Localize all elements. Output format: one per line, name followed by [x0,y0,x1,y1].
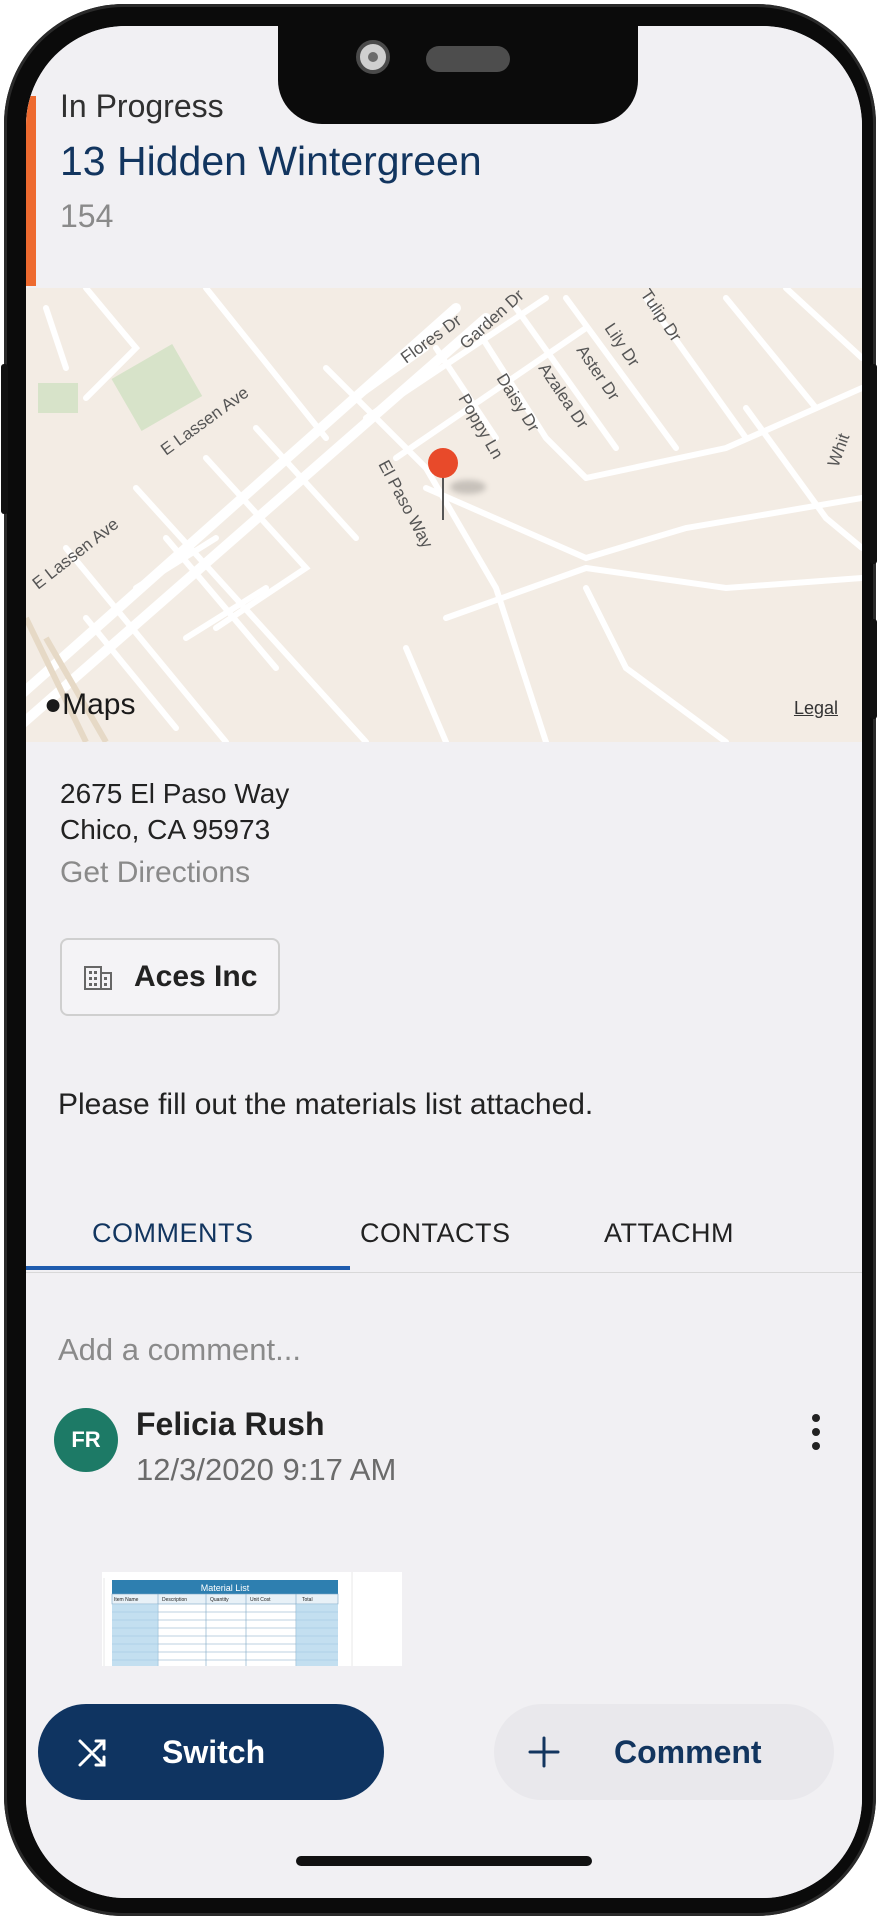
building-icon [84,966,112,990]
pin-shadow [450,480,486,494]
status-accent-bar [26,96,36,286]
map-pin-stick [442,476,444,520]
job-status: In Progress [60,88,224,124]
map-view[interactable]: E Lassen Ave E Lassen Ave Flores Dr Gard… [26,288,862,742]
job-title: 13 Hidden Wintergreen [60,138,482,184]
camera [356,40,390,74]
customer-chip[interactable]: Aces Inc [60,938,280,1016]
tab-attachments[interactable]: ATTACHM [604,1218,734,1249]
attachment-column: Total [302,1597,313,1603]
attachment-column: Quantity [210,1597,229,1603]
map-streets: E Lassen Ave E Lassen Ave Flores Dr Gard… [26,288,862,742]
tab-contacts[interactable]: CONTACTS [360,1218,511,1249]
attachment-thumbnail[interactable]: Material List Item Name Description Quan… [102,1572,402,1666]
side-button [870,619,877,719]
speaker [426,46,510,72]
switch-label: Switch [162,1733,266,1770]
legal-link[interactable]: Legal [794,698,838,719]
more-options-icon[interactable] [806,1410,826,1454]
shuffle-icon [78,1739,106,1767]
attachment-column: Description [162,1597,187,1603]
address-line-2: Chico, CA 95973 [60,814,271,845]
plus-icon [528,1736,560,1768]
tab-comments[interactable]: COMMENTS [92,1218,254,1249]
get-directions-link[interactable]: Get Directions [60,856,250,890]
address-line-1: 2675 El Paso Way [60,778,290,809]
notch [278,26,638,124]
job-number: 154 [60,198,114,234]
map-pin-icon[interactable] [428,448,458,478]
comment-timestamp: 12/3/2020 9:17 AM [136,1452,397,1487]
apple-logo-icon: ● [44,688,63,721]
comment-author: Felicia Rush [136,1406,325,1442]
switch-button[interactable]: Switch [38,1704,384,1800]
add-comment-input[interactable]: Add a comment... [58,1332,301,1368]
attachment-column: Item Name [114,1597,139,1603]
home-indicator[interactable] [296,1856,592,1866]
add-comment-button[interactable]: Comment [494,1704,834,1800]
side-button [1,364,8,514]
attachment-column: Unit Cost [250,1597,271,1603]
phone-frame: In Progress 13 Hidden Wintergreen 154 E … [1,4,877,1916]
spreadsheet-preview: Material List Item Name Description Quan… [102,1572,402,1666]
side-button [870,364,877,564]
detail-tabs: COMMENTS CONTACTS ATTACHM [26,1206,862,1273]
avatar: FR [54,1408,118,1472]
active-tab-indicator [26,1266,350,1270]
job-description: Please fill out the materials list attac… [58,1088,594,1121]
customer-name: Aces Inc [134,960,258,993]
maps-logo: ●Maps [44,688,136,721]
app-screen: In Progress 13 Hidden Wintergreen 154 E … [26,26,862,1898]
comment-label: Comment [614,1733,762,1770]
attachment-title: Material List [201,1583,250,1593]
